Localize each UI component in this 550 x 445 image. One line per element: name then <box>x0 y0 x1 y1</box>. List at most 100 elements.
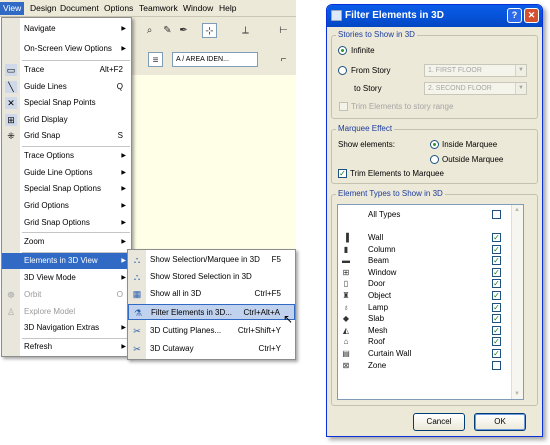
list-item-object[interactable]: ♜ Object ✓ <box>338 290 510 302</box>
element-type-checkbox[interactable]: ✓ <box>492 302 501 312</box>
show-all-icon: ▦ <box>132 289 142 299</box>
scroll-down-icon[interactable]: ▼ <box>514 391 520 397</box>
element-type-checkbox[interactable]: ✓ <box>492 244 501 254</box>
scroll-up-icon[interactable]: ▲ <box>514 207 520 213</box>
list-item-roof[interactable]: ⌂ Roof ✓ <box>338 336 510 348</box>
to-story-select[interactable]: 2. SECOND FLOOR ▼ <box>424 82 527 95</box>
zone-icon: ⊠ <box>342 360 350 370</box>
menu-item-trace[interactable]: ▭ Trace Alt+F2 <box>2 62 131 78</box>
menu-teamwork[interactable]: Teamwork <box>136 2 181 15</box>
menu-item-zoom[interactable]: Zoom ▶ <box>2 234 131 250</box>
list-item-window[interactable]: ⊞ Window ✓ <box>338 267 510 279</box>
guide-lines-icon: ╲ <box>5 81 17 93</box>
from-story-radio[interactable] <box>338 66 347 75</box>
grid-snap-icon: ⁜ <box>7 131 15 141</box>
menu-window[interactable]: Window <box>180 2 216 15</box>
infinite-radio[interactable] <box>338 46 347 55</box>
element-type-checkbox[interactable]: ✓ <box>492 279 501 289</box>
list-item-slab[interactable]: ◆ Slab ✓ <box>338 313 510 325</box>
ok-button[interactable]: OK <box>474 413 526 431</box>
chevron-down-icon: ▼ <box>515 65 526 76</box>
cancel-button[interactable]: Cancel <box>413 413 465 431</box>
from-story-select[interactable]: 1. FIRST FLOOR ▼ <box>424 64 527 77</box>
menu-item-explore-model[interactable]: ♙ Explore Model <box>2 304 131 320</box>
list-item-zone[interactable]: ⊠ Zone <box>338 360 510 372</box>
element-type-checkbox[interactable]: ✓ <box>492 314 501 324</box>
element-types-list[interactable]: All Types ▐ Wall ✓ ▮ Column ✓ ▬ Beam ✓ ⊞ Window ✓ ▯ D… <box>337 204 524 400</box>
menu-item-trace-options[interactable]: Trace Options ▶ <box>2 148 131 164</box>
element-type-checkbox[interactable] <box>492 360 501 370</box>
menu-item-on-screen-view-options[interactable]: On-Screen View Options ▶ <box>2 41 131 57</box>
element-type-checkbox[interactable]: ✓ <box>492 349 501 358</box>
menu-view[interactable]: View <box>0 2 25 15</box>
list-item-lamp[interactable]: ♁ Lamp ✓ <box>338 302 510 314</box>
submenu-item-show-selection-marquee[interactable]: ⛬ Show Selection/Marquee in 3D F5 <box>128 252 295 268</box>
submenu-item-cutting-planes[interactable]: ✂ 3D Cutting Planes... Ctrl+Shift+Y <box>128 323 295 339</box>
element-type-label: Lamp <box>368 302 389 312</box>
close-button[interactable]: ✕ <box>524 8 539 23</box>
menu-item-orbit[interactable]: ☸ Orbit O <box>2 287 131 303</box>
snap-tool-icon[interactable]: ⟂ <box>238 23 253 38</box>
menu-item-guide-lines[interactable]: ╲ Guide Lines Q <box>2 79 131 95</box>
list-item-curtain-wall[interactable]: ▤ Curtain Wall ✓ <box>338 348 510 360</box>
menu-design[interactable]: Design <box>27 2 59 15</box>
element-type-checkbox[interactable]: ✓ <box>492 337 501 347</box>
menu-item-3d-navigation-extras[interactable]: 3D Navigation Extras ▶ <box>2 320 131 336</box>
from-story-label: From Story <box>351 66 391 75</box>
menu-item-guide-line-options[interactable]: Guide Line Options ▶ <box>2 165 131 181</box>
menu-options[interactable]: Options <box>101 2 136 15</box>
menu-separator <box>22 232 130 233</box>
outside-marquee-radio[interactable] <box>430 155 439 164</box>
menu-item-grid-snap[interactable]: ⁜ Grid Snap S <box>2 128 131 144</box>
help-button[interactable]: ? <box>507 8 522 23</box>
menu-item-grid-snap-options[interactable]: Grid Snap Options ▶ <box>2 215 131 231</box>
object-icon: ♜ <box>342 291 350 300</box>
trim-story-range-checkbox[interactable] <box>339 102 348 111</box>
outside-marquee-label: Outside Marquee <box>442 155 504 164</box>
element-type-label: Slab <box>368 314 385 324</box>
element-type-checkbox[interactable]: ✓ <box>492 256 501 266</box>
inside-marquee-radio[interactable] <box>430 140 439 149</box>
submenu-item-show-all-in-3d[interactable]: ▦ Show all in 3D Ctrl+F5 <box>128 286 295 302</box>
layer-stack-icon[interactable]: ≡ <box>148 52 163 67</box>
list-scrollbar[interactable]: ▲ ▼ <box>511 205 523 399</box>
menu-item-grid-display[interactable]: ⊞ Grid Display <box>2 112 131 128</box>
menu-item-special-snap-options[interactable]: Special Snap Options ▶ <box>2 181 131 197</box>
menu-item-3d-view-mode[interactable]: 3D View Mode ▶ <box>2 270 131 286</box>
menu-help[interactable]: Help <box>216 2 239 15</box>
layer-selector[interactable]: A / AREA IDEN... <box>172 52 258 67</box>
chevron-down-icon: ▼ <box>515 83 526 94</box>
eyedropper-icon[interactable]: ✎ <box>160 23 175 38</box>
dimension-icon[interactable]: ⊢ <box>276 23 291 38</box>
submenu-item-show-stored-selection[interactable]: ⛬ Show Stored Selection in 3D <box>128 269 295 285</box>
dialog-app-icon <box>331 10 342 21</box>
all-types-checkbox[interactable] <box>492 210 501 219</box>
syringe-icon[interactable]: ✒ <box>176 23 191 38</box>
list-item-mesh[interactable]: ◭ Mesh ✓ <box>338 325 510 337</box>
arrow-corner-icon[interactable]: ⌐ <box>276 52 291 67</box>
list-item-wall[interactable]: ▐ Wall ✓ <box>338 232 510 244</box>
menu-item-refresh[interactable]: Refresh ▶ <box>2 339 131 355</box>
menu-document[interactable]: Document <box>57 2 102 15</box>
element-type-checkbox[interactable]: ✓ <box>492 233 501 242</box>
cutaway-icon: ✂ <box>133 344 141 354</box>
menu-item-grid-options[interactable]: Grid Options ▶ <box>2 198 131 214</box>
menu-item-special-snap-points[interactable]: ✕ Special Snap Points <box>2 95 131 111</box>
menu-item-elements-in-3d-view[interactable]: Elements in 3D View ▶ <box>2 253 131 269</box>
element-type-checkbox[interactable]: ✓ <box>492 267 501 277</box>
submenu-item-3d-cutaway[interactable]: ✂ 3D Cutaway Ctrl+Y <box>128 341 295 357</box>
list-item-all-types[interactable]: All Types <box>338 209 510 221</box>
submenu-item-filter-elements[interactable]: ⚗ Filter Elements in 3D... Ctrl+Alt+A <box>128 304 295 320</box>
menu-item-navigate[interactable]: Navigate ▶ <box>2 21 131 37</box>
element-type-checkbox[interactable]: ✓ <box>492 325 501 335</box>
element-type-checkbox[interactable]: ✓ <box>492 291 501 300</box>
list-item-column[interactable]: ▮ Column ✓ <box>338 244 510 256</box>
submenu-arrow-icon: ▶ <box>121 186 126 192</box>
submenu-arrow-icon: ▶ <box>121 46 126 52</box>
trim-marquee-checkbox[interactable]: ✓ <box>338 169 347 178</box>
magnifier-icon[interactable]: ⌕ <box>142 23 157 38</box>
list-item-door[interactable]: ▯ Door ✓ <box>338 278 510 290</box>
filter-elements-dialog: Filter Elements in 3D ? ✕ Stories to Sho… <box>326 4 543 437</box>
marquee-tool-icon[interactable]: ⊹ <box>202 23 217 38</box>
list-item-beam[interactable]: ▬ Beam ✓ <box>338 255 510 267</box>
